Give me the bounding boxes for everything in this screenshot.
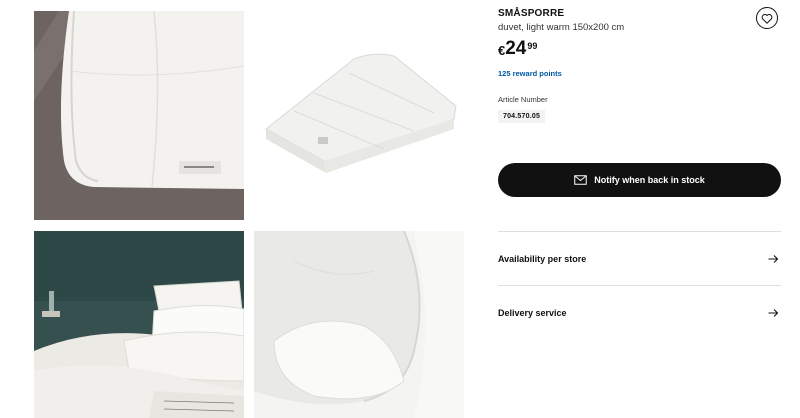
product-info-panel: SMÅSPORRE duvet, light warm 150x200 cm €…	[498, 0, 788, 418]
price-decimal: 99	[527, 41, 538, 51]
availability-label: Availability per store	[498, 254, 587, 264]
arrow-right-icon	[768, 308, 779, 318]
reward-points-link[interactable]: 125 reward points	[498, 69, 562, 78]
heart-icon	[761, 13, 773, 24]
arrow-right-icon	[768, 254, 779, 264]
availability-per-store-row[interactable]: Availability per store	[498, 249, 781, 269]
notify-button-label: Notify when back in stock	[594, 175, 705, 185]
delivery-service-row[interactable]: Delivery service	[498, 303, 781, 323]
divider	[498, 231, 781, 232]
favorite-button[interactable]	[756, 7, 778, 29]
price-currency: €	[498, 43, 506, 58]
article-number-badge: 704.570.05	[498, 110, 546, 123]
product-name: SMÅSPORRE	[498, 8, 565, 19]
product-description: duvet, light warm 150x200 cm	[498, 22, 625, 33]
product-price: € 24 99	[498, 38, 537, 60]
product-image-bedroom-scene[interactable]	[34, 231, 244, 418]
divider	[498, 285, 781, 286]
product-image-duvet-on-bed[interactable]	[34, 11, 244, 220]
envelope-icon	[574, 175, 587, 185]
product-image-duvet-corner-detail[interactable]	[254, 231, 464, 418]
product-image-duvet-folded[interactable]	[254, 11, 464, 220]
price-integer: 24	[505, 38, 527, 59]
article-number-label: Article Number	[498, 95, 548, 104]
notify-when-back-in-stock-button[interactable]: Notify when back in stock	[498, 163, 781, 197]
delivery-label: Delivery service	[498, 308, 567, 318]
